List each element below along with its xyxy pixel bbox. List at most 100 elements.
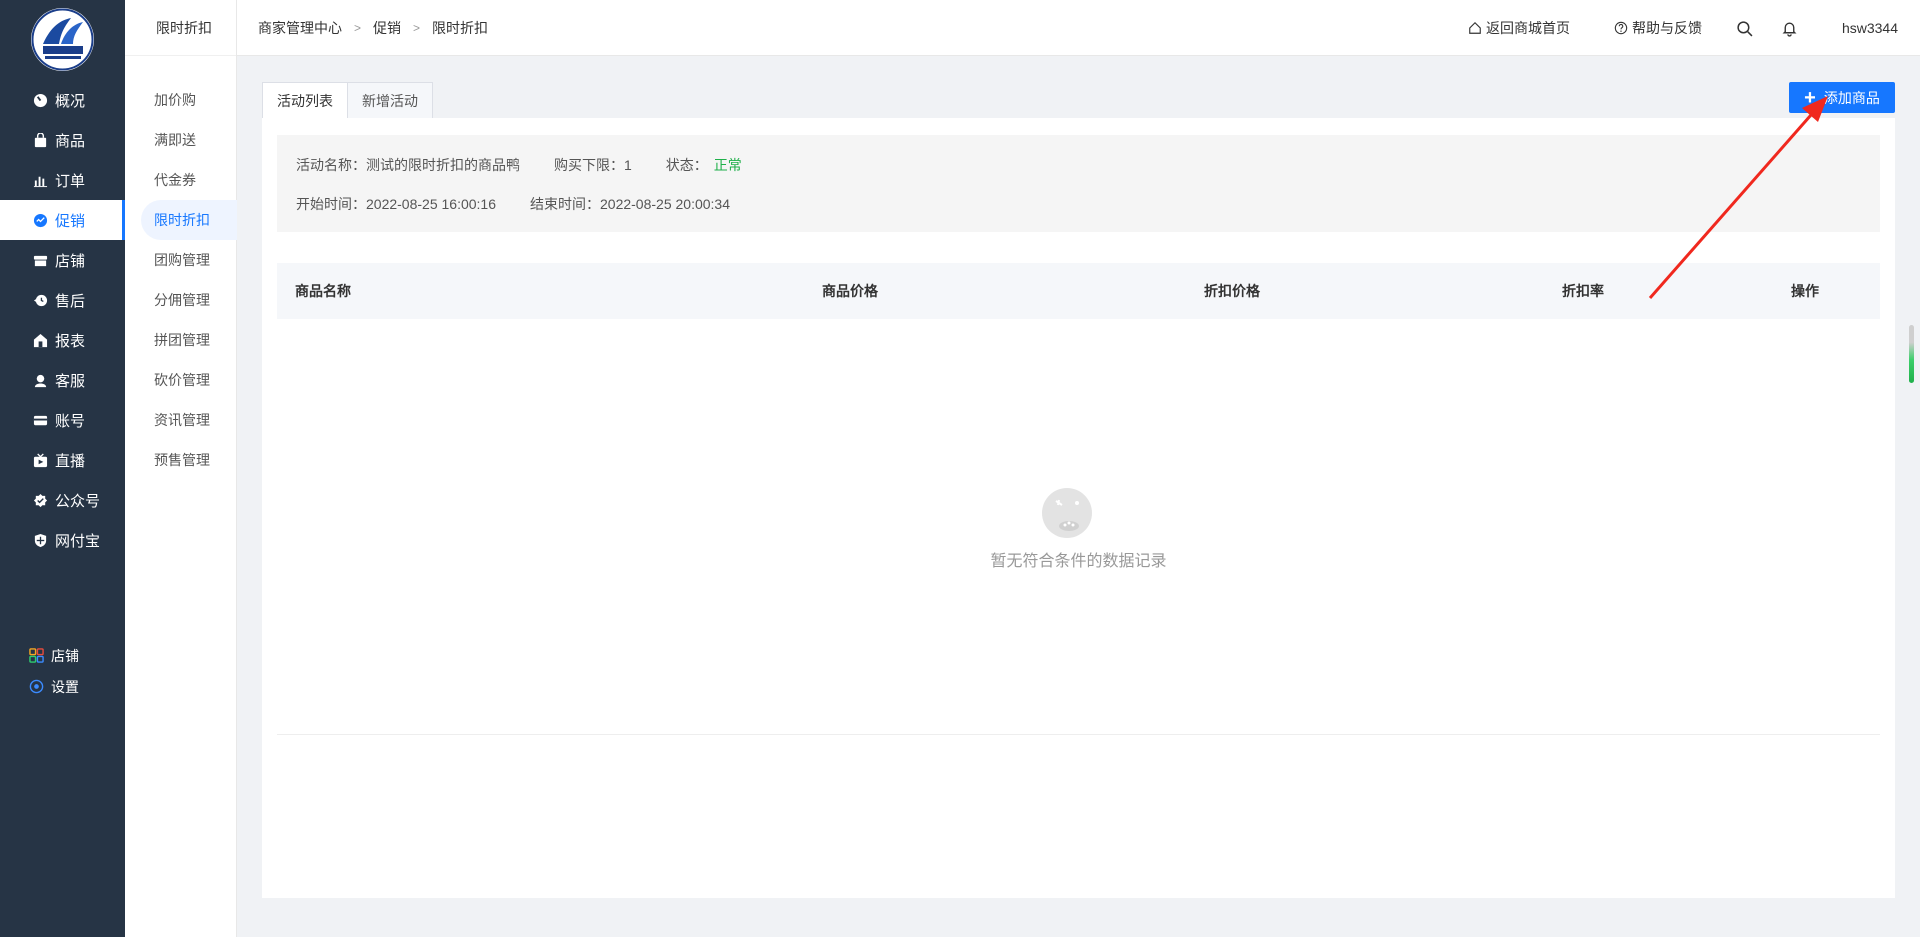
breadcrumb-item-current: 限时折扣 (432, 19, 489, 36)
card-icon (33, 413, 48, 428)
header-actions: 返回商城首页 帮助与反馈 hsw3344 (1424, 0, 1898, 56)
logo[interactable] (31, 8, 94, 71)
sidebar-item-reports[interactable]: 报表 (0, 320, 125, 360)
empty-state: 暂无符合条件的数据记录 (277, 319, 1880, 735)
sidebar-item-label: 设置 (51, 678, 79, 695)
plus-icon: + (1804, 86, 1816, 109)
settings-circle-icon (29, 679, 44, 694)
subnav-list: 加价购 满即送 代金券 限时折扣 团购管理 分佣管理 拼团管理 砍价管理 资讯管… (125, 80, 237, 480)
subnav-item-flash-discount[interactable]: 限时折扣 (141, 200, 237, 240)
sidebar-item-overview[interactable]: 概况 (0, 80, 125, 120)
main-sidebar: 概况 商品 订单 促销 店铺 售后 报表 客服 账号 直播 公众号 网付宝 店铺… (0, 0, 125, 937)
sidebar-item-aftersale[interactable]: 售后 (0, 280, 125, 320)
table-header: 商品名称 商品价格 折扣价格 折扣率 操作 (277, 263, 1880, 319)
activity-info-row-1: 活动名称：测试的限时折扣的商品鸭 购买下限：1 状态： 正常 (296, 155, 776, 175)
purchase-limit-value: 1 (624, 157, 632, 173)
subnav-item-team-buy[interactable]: 拼团管理 (125, 320, 237, 360)
search-icon (1737, 20, 1753, 36)
start-time-value: 2022-08-25 16:00:16 (366, 196, 496, 212)
help-link[interactable]: 帮助与反馈 (1614, 18, 1702, 38)
bar-chart-icon (33, 173, 48, 188)
activity-name: 活动名称：测试的限时折扣的商品鸭 (296, 155, 520, 175)
sidebar-bottom-settings[interactable]: 设置 (0, 671, 125, 702)
breadcrumb: 商家管理中心 > 促销 > 限时折扣 (258, 18, 488, 38)
sidebar-item-store[interactable]: 店铺 (0, 240, 125, 280)
sidebar-item-wangfubao[interactable]: 网付宝 (0, 520, 125, 560)
activity-name-value: 测试的限时折扣的商品鸭 (366, 157, 520, 173)
start-time: 开始时间：2022-08-25 16:00:16 (296, 194, 496, 214)
sidebar-item-promotion[interactable]: 促销 (0, 200, 125, 240)
empty-state-text: 暂无符合条件的数据记录 (990, 553, 1167, 570)
store-icon (33, 253, 48, 268)
breadcrumb-item[interactable]: 促销 (373, 18, 401, 38)
promo-icon (33, 213, 48, 228)
check-badge-icon (33, 493, 48, 508)
brand-logo-icon (31, 8, 94, 71)
activity-info: 活动名称：测试的限时折扣的商品鸭 购买下限：1 状态： 正常 开始时间：2022-… (277, 135, 1880, 232)
subnav-title: 限时折扣 (125, 0, 236, 56)
sidebar-item-live[interactable]: 直播 (0, 440, 125, 480)
sidebar-item-label: 概况 (55, 92, 86, 110)
subnav-item-full-gift[interactable]: 满即送 (125, 120, 237, 160)
sidebar-item-label: 报表 (55, 332, 86, 350)
sidebar-item-label: 售后 (55, 292, 86, 310)
home-link[interactable]: 返回商城首页 (1468, 18, 1570, 38)
notification-button[interactable] (1781, 20, 1798, 37)
sidebar-item-label: 促销 (55, 212, 86, 230)
home-link-label: 返回商城首页 (1485, 20, 1570, 36)
sidebar-item-official-account[interactable]: 公众号 (0, 480, 125, 520)
sidebar-item-goods[interactable]: 商品 (0, 120, 125, 160)
sidebar-item-service[interactable]: 客服 (0, 360, 125, 400)
end-time: 结束时间：2022-08-25 20:00:34 (530, 194, 730, 214)
column-header-product-name: 商品名称 (295, 283, 351, 299)
tab-bar: 活动列表 新增活动 (262, 82, 433, 119)
report-house-icon (33, 333, 48, 348)
sidebar-item-label: 商品 (55, 132, 86, 150)
activity-info-row-2: 开始时间：2022-08-25 16:00:16 结束时间：2022-08-25… (296, 194, 764, 214)
add-product-button[interactable]: + 添加商品 (1789, 82, 1895, 113)
tab-new-activity[interactable]: 新增活动 (348, 82, 433, 119)
scrollbar-indicator[interactable] (1909, 325, 1914, 383)
sidebar-item-account[interactable]: 账号 (0, 400, 125, 440)
subnav-item-news[interactable]: 资讯管理 (125, 400, 237, 440)
shield-icon (33, 533, 48, 548)
sidebar-nav: 概况 商品 订单 促销 店铺 售后 报表 客服 账号 直播 公众号 网付宝 (0, 80, 125, 560)
chevron-right-icon: > (413, 20, 421, 35)
start-time-label: 开始时间： (296, 196, 366, 212)
search-button[interactable] (1736, 20, 1753, 37)
sidebar-item-orders[interactable]: 订单 (0, 160, 125, 200)
subnav-item-group-buy[interactable]: 团购管理 (125, 240, 237, 280)
column-header-discount-price: 折扣价格 (1204, 283, 1260, 299)
bell-icon (1782, 22, 1797, 37)
help-circle-icon (1614, 21, 1628, 35)
sidebar-item-label: 直播 (55, 452, 86, 470)
username[interactable]: hsw3344 (1842, 20, 1898, 36)
sidebar-item-label: 客服 (55, 372, 86, 390)
sidebar-bottom-nav: 店铺 设置 (0, 640, 125, 702)
subnav-item-bargain[interactable]: 砍价管理 (125, 360, 237, 400)
purchase-limit-label: 购买下限： (554, 157, 624, 173)
sidebar-item-label: 网付宝 (55, 532, 101, 550)
tab-activity-list[interactable]: 活动列表 (262, 82, 348, 119)
column-header-discount-rate: 折扣率 (1562, 283, 1604, 299)
top-header: 商家管理中心 > 促销 > 限时折扣 返回商城首页 帮助与反馈 hsw3344 (237, 0, 1920, 56)
subnav-item-commission[interactable]: 分佣管理 (125, 280, 237, 320)
gauge-icon (33, 93, 48, 108)
sidebar-item-label: 店铺 (51, 647, 79, 664)
empty-data-icon (1042, 488, 1092, 538)
activity-name-label: 活动名称： (296, 157, 366, 173)
sidebar-item-label: 店铺 (55, 252, 86, 270)
breadcrumb-item[interactable]: 商家管理中心 (258, 18, 342, 38)
grid-apps-icon (29, 648, 44, 663)
clock-arrow-icon (33, 293, 48, 308)
promotion-subnav: 限时折扣 加价购 满即送 代金券 限时折扣 团购管理 分佣管理 拼团管理 砍价管… (125, 0, 237, 937)
subnav-item-voucher[interactable]: 代金券 (125, 160, 237, 200)
chevron-right-icon: > (354, 20, 362, 35)
subnav-item-presale[interactable]: 预售管理 (125, 440, 237, 480)
purchase-limit: 购买下限：1 (554, 155, 632, 175)
sidebar-bottom-store[interactable]: 店铺 (0, 640, 125, 671)
sidebar-item-label: 订单 (55, 172, 86, 190)
headset-icon (33, 373, 48, 388)
content-panel: 活动名称：测试的限时折扣的商品鸭 购买下限：1 状态： 正常 开始时间：2022-… (262, 118, 1895, 898)
subnav-item-markup-buy[interactable]: 加价购 (125, 80, 237, 120)
